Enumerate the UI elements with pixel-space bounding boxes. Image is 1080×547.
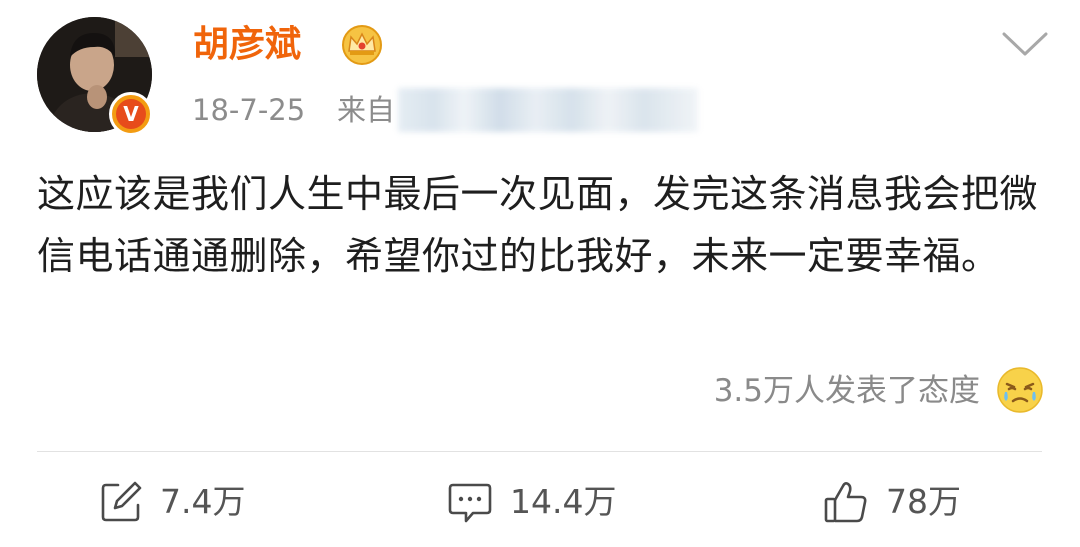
comment-count: 14.4万 <box>510 482 617 521</box>
repost-icon <box>101 481 142 522</box>
verified-v-icon: V <box>109 92 153 136</box>
like-count: 78万 <box>886 482 961 521</box>
thumbs-up-icon <box>824 482 867 523</box>
post-content: 这应该是我们人生中最后一次见面，发完这条消息我会把微信电话通通删除，希望你过的比… <box>37 172 1039 278</box>
like-button[interactable]: 78万 <box>822 472 961 532</box>
comment-icon <box>448 483 492 523</box>
user-name[interactable]: 胡彦斌 <box>193 20 301 70</box>
post-source-blurred <box>398 88 698 132</box>
post-time: 18-7-25 <box>192 93 306 127</box>
repost-button[interactable]: 7.4万 <box>98 472 245 532</box>
crying-face-emoji[interactable] <box>996 366 1044 414</box>
weibo-post-card: V 胡彦斌 18-7-25 来自 这应该是我们人生中最后一次见面，发完这条消息我… <box>0 0 1080 547</box>
divider <box>37 451 1042 452</box>
post-source-prefix: 来自 <box>337 93 396 127</box>
reactions-summary[interactable]: 3.5万人发表了态度 <box>714 367 980 415</box>
chevron-down-icon[interactable] <box>1000 26 1050 62</box>
repost-count: 7.4万 <box>160 482 246 521</box>
crown-icon <box>342 25 382 65</box>
comment-button[interactable]: 14.4万 <box>446 472 616 532</box>
